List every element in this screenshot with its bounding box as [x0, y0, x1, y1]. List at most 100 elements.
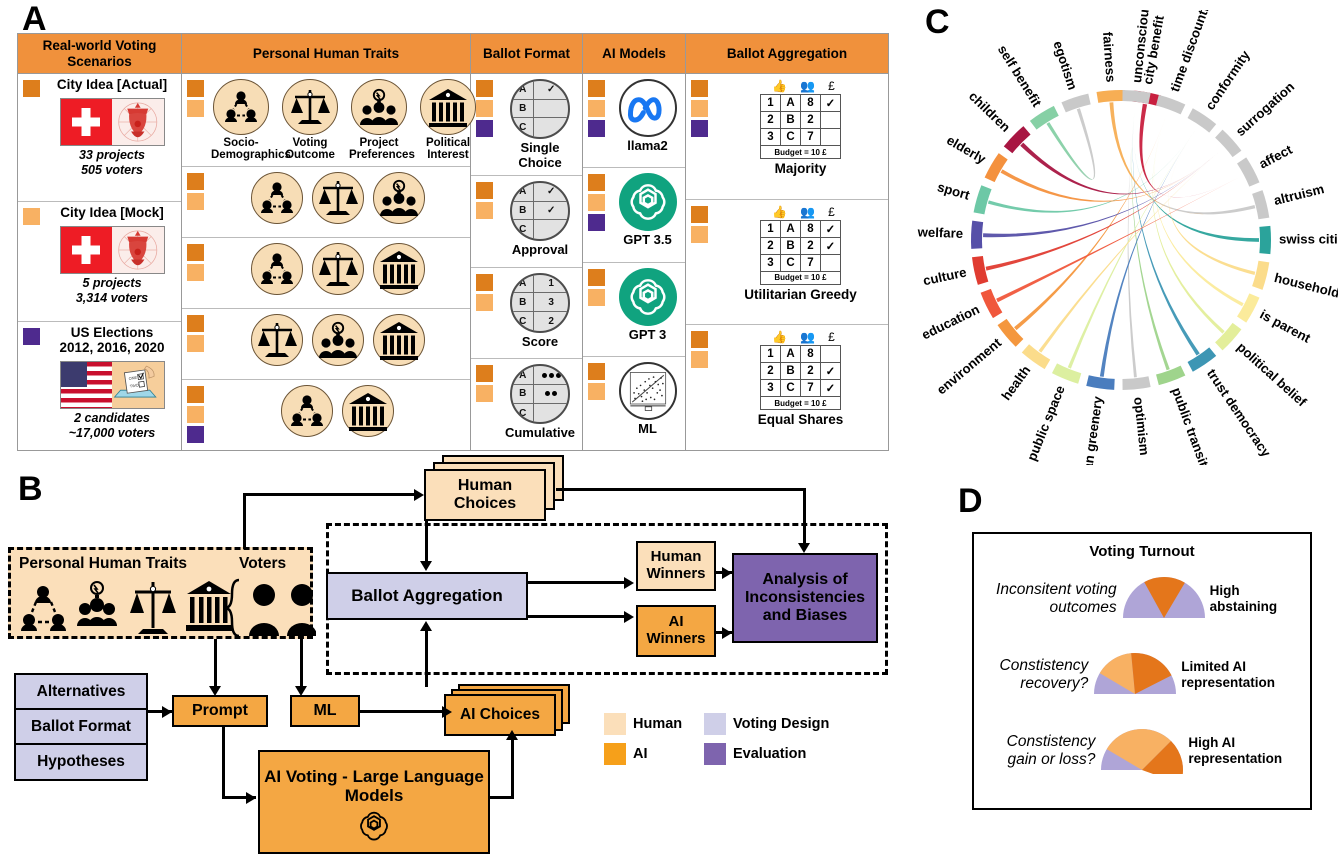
legend-swatch-evaluation: [704, 743, 726, 765]
arrow-llm-to-ai-choices-v: [511, 737, 514, 797]
scatter-plot-icon: [618, 361, 677, 420]
aggregation-cell: ✓: [820, 219, 841, 238]
ballot-row-option: C: [512, 403, 535, 423]
ballot-format-label: Cumulative: [504, 425, 576, 441]
openai-logo: [618, 173, 677, 232]
ballot-row-value: 3: [534, 293, 568, 312]
scenario-content: City Idea [Mock] 5 projects 3,314 voters: [45, 202, 181, 312]
human-winners-label: Human Winners: [646, 548, 706, 582]
pound-icon: £: [828, 204, 835, 219]
aggregation-table: 1 A 8 ✓ 2 B 2 ✓ 3 C 7 Budget = 10 £: [760, 219, 841, 285]
ai-model-label: ML: [638, 420, 657, 436]
column-ai-models: AI Models llama2 GPT 3.5 GPT 3 ML: [583, 34, 686, 450]
ballot-row-value: [534, 220, 568, 239]
scenario-subtitle: 2012, 2016, 2020: [59, 339, 165, 355]
aggregation-table-row: 1A8: [760, 345, 841, 364]
legend-label-evaluation: Evaluation: [733, 746, 807, 762]
chord-ribbon: [1111, 108, 1256, 215]
column-header-human-traits: Personal Human Traits: [182, 34, 470, 74]
aggregation-table-row: 2 B 2 ✓: [760, 362, 841, 381]
turnout-question: Inconsitent voting outcomes: [996, 581, 1117, 616]
scenario-title: US Elections: [70, 325, 154, 341]
ballot-format-row: A 1 B 3 C 2 Score: [471, 268, 582, 360]
openai-logo: [360, 811, 388, 841]
swatch-dark: [588, 80, 605, 97]
ballot-row-value: [534, 404, 568, 423]
project-preferences-icon: [372, 172, 425, 225]
socio-demographics-icon: [213, 79, 269, 135]
aggregation-cell: 1: [760, 219, 781, 238]
chord-arc: [984, 153, 1008, 183]
aggregation-label: Majority: [774, 161, 827, 176]
trait-political-interest: Political Interest: [418, 79, 478, 161]
ballot-row-value: 2: [548, 315, 554, 327]
scenario-projects: 33 projects: [78, 147, 145, 162]
swatch-dark: [476, 365, 493, 383]
swatch-dark: [187, 173, 204, 191]
swatch-dark: [588, 174, 605, 192]
thumbs-up-icon: 👍: [772, 79, 788, 93]
gauge-icon: [1094, 653, 1177, 694]
scenario-content: US Elections 2012, 2016, 2020 ONE TWO 2 cand…: [45, 322, 181, 447]
aggregation-cell: 1: [760, 345, 781, 364]
voting-turnout-box: Voting Turnout Inconsitent voting outcom…: [972, 532, 1312, 810]
chord-arc: [1252, 190, 1270, 220]
aggregation-cell-content: 👍 👥 £1 A 8 ✓ 2 B 2 3 C 7 Budget = 10 £ Majority: [713, 74, 888, 178]
ai-model-swatches: [583, 357, 610, 400]
legend-swatch-human: [604, 713, 626, 735]
chord-label: political belief: [1234, 339, 1310, 409]
trait-socio-demographics: [250, 172, 303, 225]
chord-arc: [1187, 347, 1217, 372]
ai-model-row: llama2: [583, 74, 685, 169]
ballot-row-value: 1: [534, 275, 568, 294]
swatch-purple: [588, 120, 605, 137]
panel-b-legend: Human Voting Design AI Evaluation: [604, 713, 843, 765]
ai-model-swatches: [583, 168, 610, 232]
chord-label: sport: [936, 179, 972, 203]
swatch-purple: [588, 214, 605, 232]
aggregation-row: 👍 👥 £1 A 8 ✓ 2 B 2 3 C 7 Budget = 10 £ Majority: [686, 74, 888, 200]
ballot-row-option: B: [512, 201, 535, 221]
aggregation-cell: 2: [800, 362, 821, 381]
chord-arc: [1086, 375, 1115, 390]
arrow-human-choices-to-analysis-v: [803, 488, 806, 544]
aggregation-table-row: 3C7: [760, 253, 841, 272]
trait-row: [182, 309, 470, 381]
voting-turnout-title: Voting Turnout: [1089, 543, 1195, 560]
aggregation-cell: [820, 128, 841, 146]
aggregation-cell: 2: [800, 236, 821, 255]
ballot-format-row: A B C Cumulative: [471, 359, 582, 450]
chord-label: health: [998, 363, 1033, 403]
aggregation-cell: A: [780, 219, 801, 238]
legend-swatch-ai: [604, 743, 626, 765]
aggregation-cell: [820, 111, 841, 129]
chord-label: public transit: [1169, 386, 1212, 465]
trait-icon-row: [209, 167, 470, 229]
aggregation-cell: 2: [760, 111, 781, 129]
column-scenarios: Real-world Voting Scenarios City Idea [A…: [18, 34, 182, 450]
panel-d-voting-turnout: Voting Turnout Inconsitent voting outcom…: [955, 480, 1325, 840]
arrow-human-choices-to-aggregation: [425, 521, 428, 562]
scenario-image: [59, 225, 165, 274]
aggregation-cell: B: [780, 362, 801, 381]
arrowhead-prompt: [209, 686, 221, 696]
ai-winners-label: AI Winners: [646, 613, 706, 647]
ballot-row-value: [534, 118, 568, 137]
panel-a-overview-table: Real-world Voting Scenarios City Idea [A…: [17, 33, 889, 451]
voting-outcome-icon: [311, 243, 364, 296]
swatch-light: [691, 100, 708, 117]
arrow-ml-to-ai-choices: [360, 710, 448, 713]
aggregation-cell: 8: [800, 219, 821, 238]
arrow-aggregation-to-ai-winners: [528, 615, 626, 618]
trait-label: Project Preferences: [349, 137, 415, 162]
column-header-ai-models: AI Models: [583, 34, 685, 74]
ballot-format-row: A ✓ B C Single Choice: [471, 74, 582, 176]
chord-label: affect: [1257, 142, 1296, 172]
ballot-row-value: ✓: [534, 81, 568, 100]
openai-logo: [618, 267, 677, 326]
aggregation-budget: Budget = 10 £: [760, 396, 841, 411]
aggregation-row: 👍 👥 £1 A 8 2 B 2 ✓ 3 C 7 ✓ Budget = 10 £ Equal Shares: [686, 325, 888, 450]
chord-label: surrogation: [1233, 79, 1297, 139]
aggregation-table-row: 2 B 2 ✓: [760, 236, 841, 255]
arrowhead-ai-choices: [442, 706, 452, 718]
